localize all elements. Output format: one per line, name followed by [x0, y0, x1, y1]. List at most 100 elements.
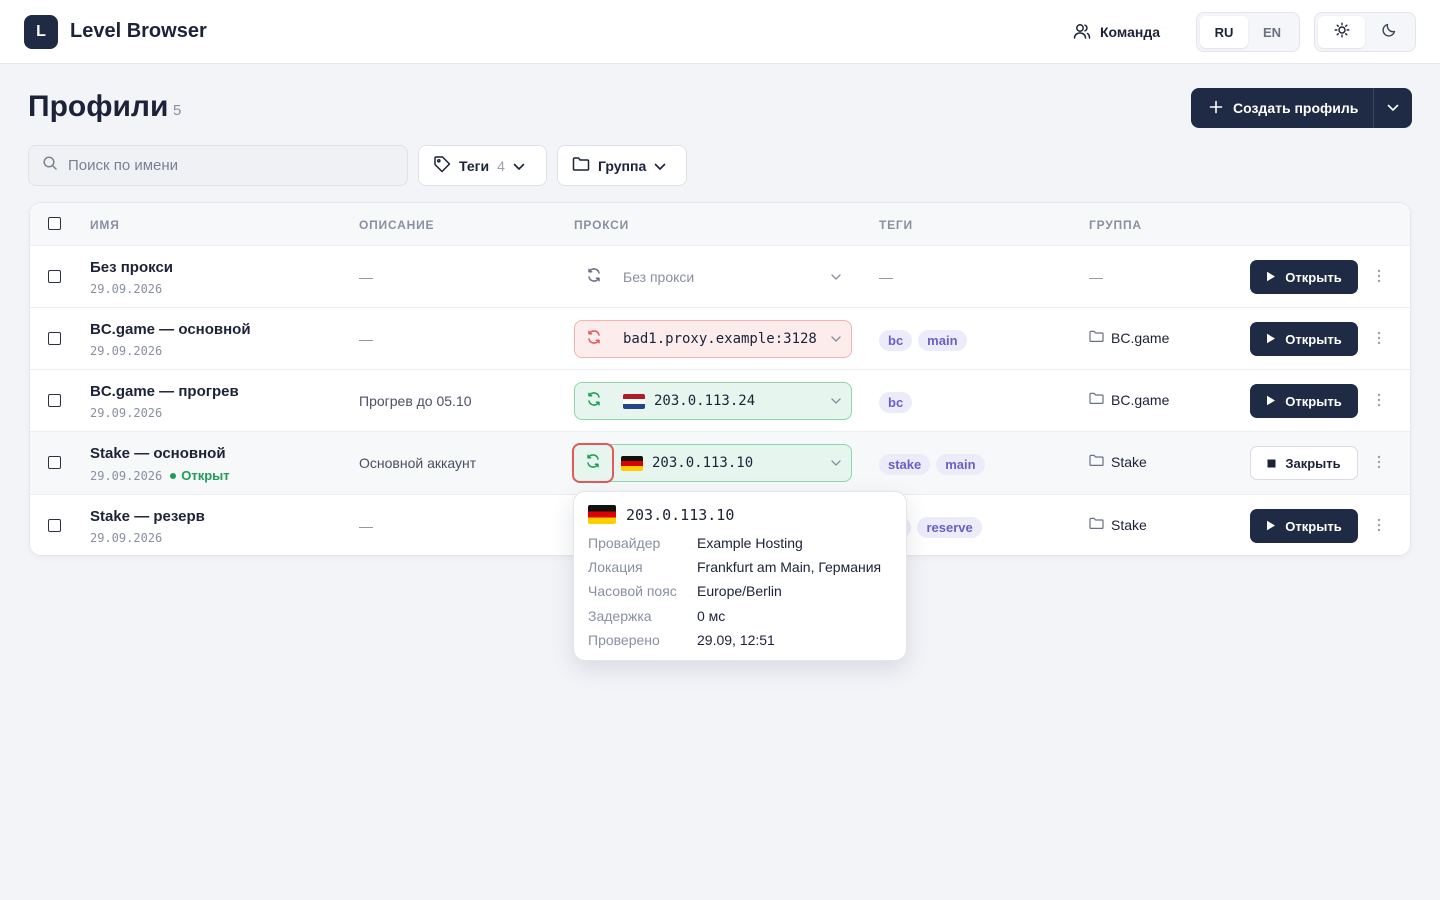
row-checkbox[interactable]: [48, 519, 61, 532]
tags-empty: —: [879, 269, 893, 285]
profile-status: Открыт: [170, 468, 230, 483]
folder-icon: [1089, 517, 1104, 533]
profile-description: —: [359, 331, 373, 347]
profile-description: Прогрев до 05.10: [359, 393, 472, 409]
open-profile-button[interactable]: Открыть: [1250, 322, 1358, 356]
proxy-value: 203.0.113.24: [613, 393, 821, 409]
lang-ru-button[interactable]: RU: [1200, 16, 1248, 48]
team-button[interactable]: Команда: [1072, 20, 1160, 44]
moon-icon: [1381, 22, 1397, 43]
profile-name: BC.game — основной: [90, 321, 251, 338]
tag-icon: [433, 155, 451, 176]
profiles-count: 5: [173, 102, 182, 119]
group-filter-button[interactable]: Группа: [557, 145, 687, 186]
profile-date: 29.09.2026 Открыт: [90, 468, 230, 483]
chevron-down-icon: [821, 460, 851, 466]
search-input[interactable]: [68, 157, 388, 174]
row-checkbox[interactable]: [48, 456, 61, 469]
tags-filter-button[interactable]: Теги 4: [418, 145, 547, 186]
table-row[interactable]: BC.game — прогрев 29.09.2026 Прогрев до …: [30, 370, 1410, 432]
open-profile-button[interactable]: Открыть: [1250, 509, 1358, 543]
refresh-icon: [585, 453, 601, 474]
profile-tags: bc: [879, 392, 913, 413]
popover-latency: Задержка 0 мс: [588, 608, 726, 624]
open-profile-button[interactable]: Открыть: [1250, 260, 1358, 294]
row-checkbox[interactable]: [48, 270, 61, 283]
create-profile-button[interactable]: Создать профиль: [1191, 88, 1373, 128]
column-group: ГРУППА: [1089, 218, 1142, 232]
profile-group: Stake: [1089, 454, 1147, 470]
create-profile-label: Создать профиль: [1233, 100, 1359, 116]
profile-date: 29.09.2026: [90, 344, 163, 358]
proxy-select[interactable]: 203.0.113.10: [572, 443, 852, 483]
create-options-button[interactable]: [1373, 88, 1412, 128]
proxy-select[interactable]: 203.0.113.24: [574, 382, 852, 420]
proxy-check-button[interactable]: [572, 443, 614, 483]
table-row[interactable]: Stake — основной 29.09.2026 Открыт Основ…: [30, 432, 1410, 495]
table-row[interactable]: BC.game — основной 29.09.2026 — bad1.pro…: [30, 308, 1410, 370]
proxy-check-button[interactable]: [575, 259, 613, 295]
close-profile-button[interactable]: Закрыть: [1250, 446, 1358, 480]
chevron-down-icon: [821, 274, 851, 280]
profile-name: Stake — резерв: [90, 508, 205, 525]
profile-group: Stake: [1089, 517, 1147, 533]
more-options-icon[interactable]: [1374, 515, 1384, 535]
tag-badge[interactable]: stake: [879, 454, 931, 475]
play-icon: [1266, 270, 1276, 285]
select-all-checkbox[interactable]: [48, 217, 61, 230]
folder-icon: [572, 156, 590, 175]
netherlands-flag-icon: [623, 393, 645, 409]
chevron-down-icon: [654, 158, 666, 174]
users-icon: [1072, 21, 1092, 44]
tag-badge[interactable]: main: [936, 454, 985, 475]
tags-filter-count: 4: [497, 157, 505, 174]
tags-filter-label: Теги: [459, 157, 490, 174]
more-options-icon[interactable]: [1374, 390, 1384, 410]
profile-date: 29.09.2026: [90, 406, 163, 420]
play-icon: [1266, 519, 1276, 534]
popover-ip: 203.0.113.10: [626, 505, 735, 524]
folder-icon: [1089, 330, 1104, 346]
lang-en-button[interactable]: EN: [1248, 16, 1296, 48]
proxy-info-popover: 203.0.113.10 Провайдер Example Hosting Ло…: [573, 491, 907, 661]
proxy-value: bad1.proxy.example:3128: [623, 331, 817, 347]
profile-group: BC.game: [1089, 392, 1169, 408]
tag-badge[interactable]: bc: [879, 330, 913, 351]
column-name[interactable]: ИМЯ: [90, 218, 120, 232]
light-theme-button[interactable]: [1318, 16, 1365, 48]
search-icon: [42, 155, 58, 176]
more-options-icon[interactable]: [1374, 328, 1384, 348]
refresh-icon: [586, 329, 602, 350]
folder-icon: [1089, 454, 1104, 470]
proxy-select[interactable]: bad1.proxy.example:3128: [574, 320, 852, 358]
proxy-select[interactable]: Без прокси: [574, 258, 852, 296]
team-label: Команда: [1100, 24, 1160, 40]
proxy-check-button[interactable]: [575, 321, 613, 357]
profile-name: Stake — основной: [90, 445, 226, 462]
popover-header: 203.0.113.10: [588, 505, 734, 524]
germany-flag-icon: [588, 505, 616, 524]
popover-timezone: Часовой пояс Europe/Berlin: [588, 583, 782, 599]
tag-badge[interactable]: bc: [879, 392, 913, 413]
row-checkbox[interactable]: [48, 332, 61, 345]
stop-icon: [1267, 456, 1276, 471]
proxy-value: 203.0.113.10: [614, 455, 821, 471]
proxy-value: Без прокси: [623, 269, 695, 285]
status-dot-icon: [170, 472, 177, 479]
proxy-check-button[interactable]: [575, 383, 613, 419]
refresh-icon: [586, 267, 602, 288]
tag-badge[interactable]: reserve: [917, 517, 982, 538]
popover-checked: Проверено 29.09, 12:51: [588, 632, 775, 648]
app-logo[interactable]: L: [24, 15, 58, 49]
more-options-icon[interactable]: [1374, 266, 1384, 286]
table-row[interactable]: Без прокси 29.09.2026 — Без прокси — — О…: [30, 246, 1410, 308]
row-checkbox[interactable]: [48, 394, 61, 407]
open-profile-button[interactable]: Открыть: [1250, 384, 1358, 418]
tag-badge[interactable]: main: [918, 330, 967, 351]
dark-theme-button[interactable]: [1365, 16, 1412, 48]
search-box: [28, 145, 408, 186]
more-options-icon[interactable]: [1374, 452, 1384, 472]
play-icon: [1266, 332, 1276, 347]
chevron-down-icon: [1387, 99, 1399, 117]
profile-tags: stake main: [879, 454, 985, 475]
